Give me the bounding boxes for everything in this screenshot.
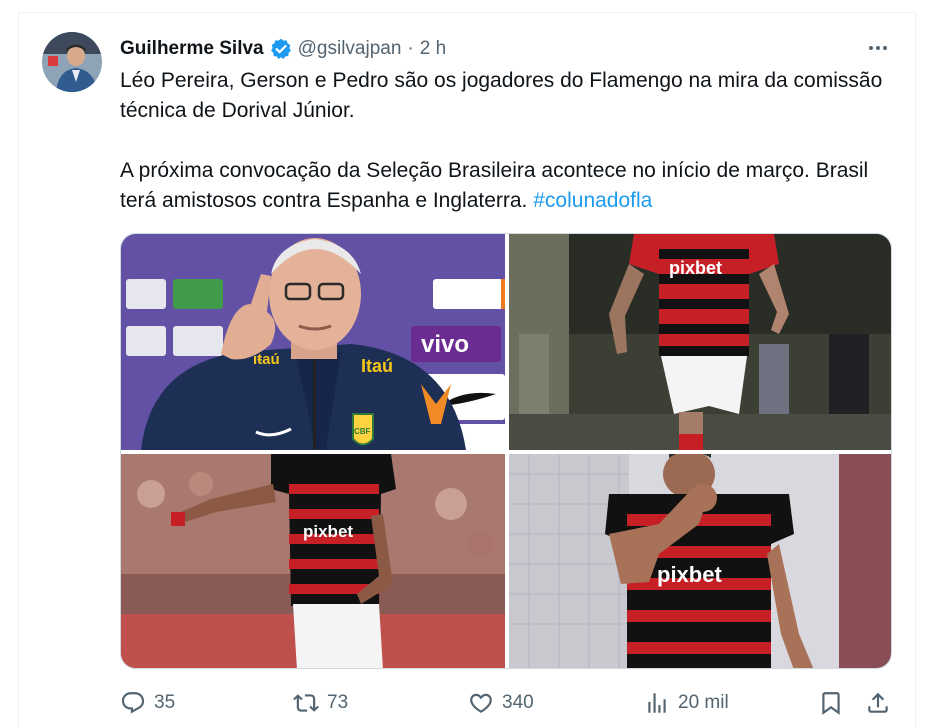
sponsor-itau-text: Itaú [361, 356, 393, 376]
tweet-actions: 35 73 340 20 mil [120, 686, 900, 720]
retweet-button[interactable]: 73 [293, 686, 348, 720]
tweet-paragraph-2: A próxima convocação da Seleção Brasilei… [120, 156, 900, 216]
sponsor-pixbet-text-2: pixbet [669, 258, 722, 278]
flamengo-player-celebrating-photo[interactable]: pixbet [121, 454, 505, 668]
tweet-header: Guilherme Silva @gsilvajpan · 2 h [120, 36, 446, 62]
sponsor-pixbet-text-3: pixbet [303, 522, 353, 541]
views-count: 20 mil [678, 692, 729, 713]
hashtag-link[interactable]: #colunadofla [533, 189, 652, 212]
sponsor-pixbet-text-4: pixbet [657, 562, 722, 587]
analytics-icon [648, 693, 666, 713]
avatar[interactable] [42, 32, 102, 92]
retweet-icon [293, 694, 319, 712]
more-options-icon[interactable] [864, 36, 892, 60]
verified-badge-icon [270, 38, 292, 60]
heart-icon [470, 693, 492, 713]
bookmark-button[interactable] [818, 686, 844, 720]
tweet-paragraph-1: Léo Pereira, Gerson e Pedro são os jogad… [120, 69, 883, 122]
like-button[interactable]: 340 [468, 686, 534, 720]
views-button[interactable]: 20 mil [644, 686, 729, 720]
separator-dot: · [407, 38, 414, 59]
bookmark-icon [822, 692, 840, 715]
share-icon [868, 692, 888, 713]
share-button[interactable] [865, 686, 891, 720]
retweet-count: 73 [327, 692, 349, 713]
author-name[interactable]: Guilherme Silva [120, 38, 264, 60]
svg-text:CBF: CBF [354, 427, 371, 436]
flamengo-player-running-photo[interactable]: pixbet [509, 234, 891, 450]
like-count: 340 [502, 692, 534, 713]
svg-text:ıŧaú: ıŧaú [253, 351, 280, 368]
coach-press-conference-photo[interactable]: vivo ıŧaú Itaú CBF [121, 234, 505, 450]
tweet-text: Léo Pereira, Gerson e Pedro são os jogad… [120, 66, 900, 216]
tweet-timestamp[interactable]: 2 h [420, 38, 446, 60]
media-grid: vivo ıŧaú Itaú CBF pixbet pixbet pixbet [120, 233, 892, 669]
reply-icon [121, 692, 145, 714]
reply-button[interactable]: 35 [120, 686, 175, 720]
author-handle[interactable]: @gsilvajpan [298, 38, 402, 60]
tweet-paragraph-2-text: A próxima convocação da Seleção Brasilei… [120, 159, 869, 212]
flamengo-player-smiling-photo[interactable]: pixbet [509, 454, 891, 668]
reply-count: 35 [154, 692, 176, 713]
sponsor-vivo-text: vivo [421, 331, 469, 358]
